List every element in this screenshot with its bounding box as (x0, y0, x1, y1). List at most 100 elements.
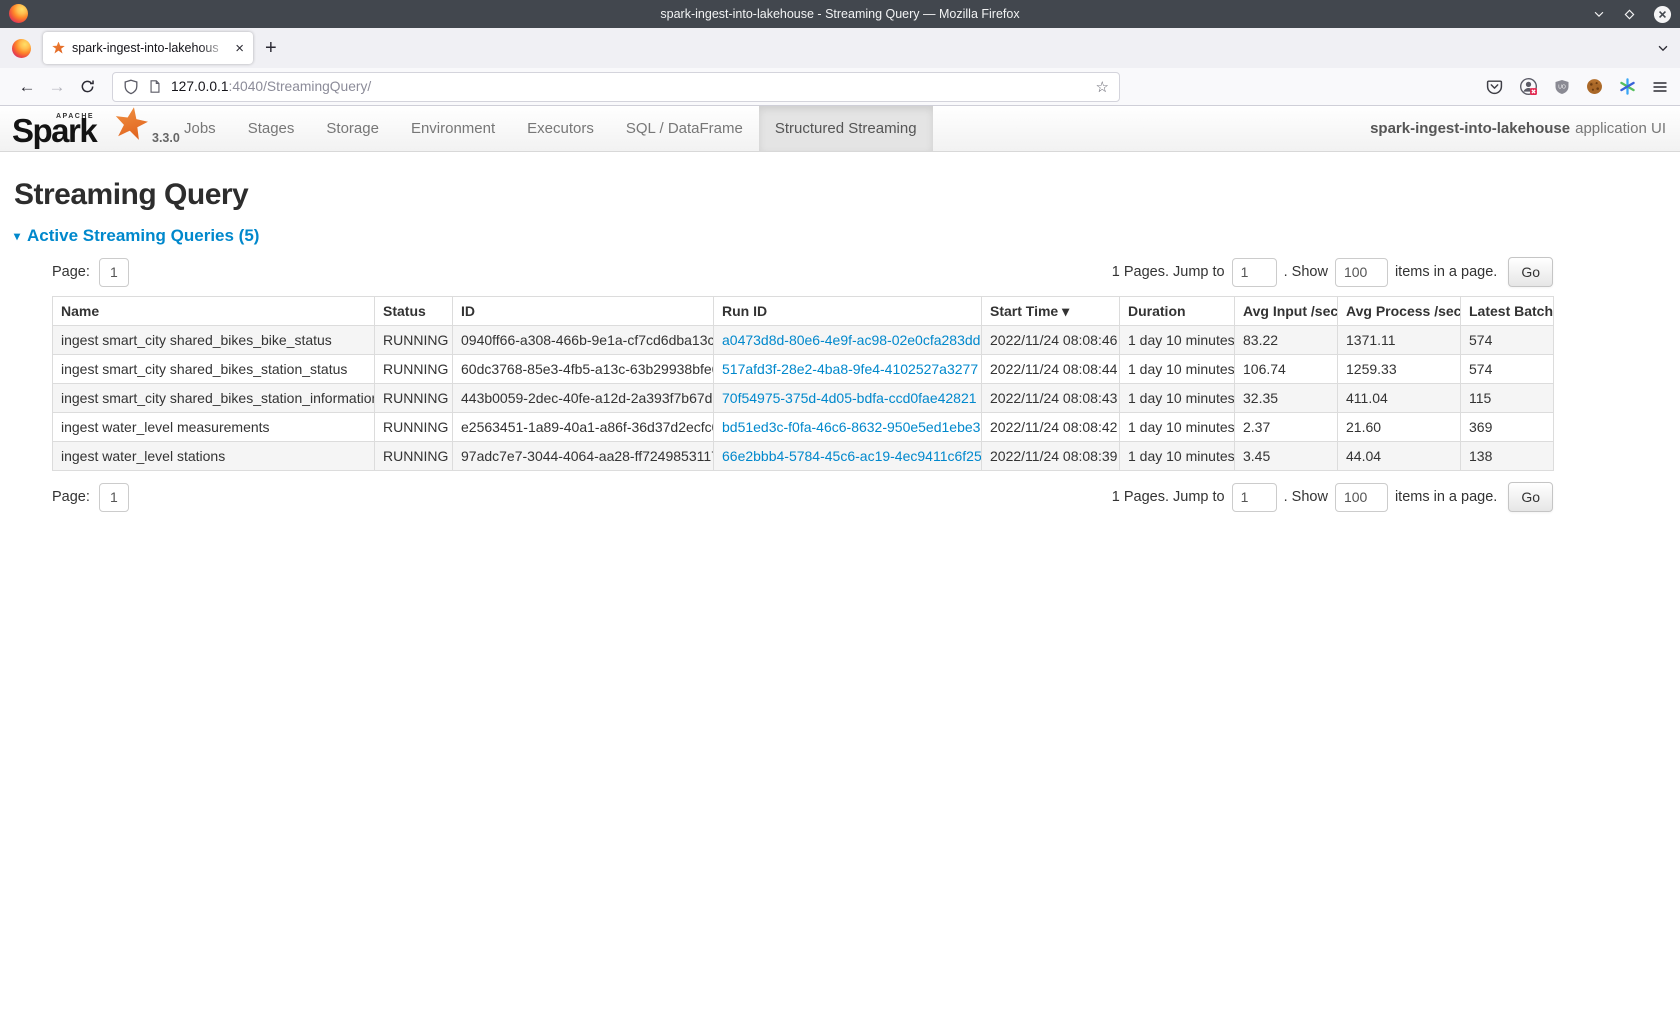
column-header[interactable]: ID (453, 297, 714, 326)
go-button[interactable]: Go (1508, 482, 1553, 512)
latest-batch-cell: 574 (1461, 326, 1554, 355)
firefox-logo-icon (9, 4, 28, 23)
id-cell: e2563451-1a89-40a1-a86f-36d37d2ecfc0 (453, 413, 714, 442)
table-row: ingest water_level measurementsRUNNINGe2… (53, 413, 1554, 442)
duration-cell: 1 day 10 minutes (1120, 326, 1235, 355)
cookie-extension-button[interactable] (1586, 78, 1603, 95)
run-id-link[interactable]: 517afd3f-28e2-4ba8-9fe4-4102527a3277 (722, 361, 978, 377)
tracking-shield-icon[interactable] (123, 79, 139, 95)
duration-cell: 1 day 10 minutes (1120, 413, 1235, 442)
column-header[interactable]: Latest Batch (1461, 297, 1554, 326)
column-header[interactable]: Name (53, 297, 375, 326)
table-row: ingest smart_city shared_bikes_bike_stat… (53, 326, 1554, 355)
run-id-cell: a0473d8d-80e6-4e9f-ac98-02e0cfa283dd (714, 326, 982, 355)
tab-close-button[interactable]: × (235, 41, 244, 56)
column-header[interactable]: Avg Input /sec (1235, 297, 1338, 326)
items-per-page-input[interactable] (1335, 258, 1388, 287)
jump-to-page-input[interactable] (1232, 258, 1277, 287)
list-all-tabs-button[interactable] (1656, 41, 1670, 55)
tab-bar: spark-ingest-into-lakehous × + (0, 28, 1680, 68)
nav-tab-sql-dataframe[interactable]: SQL / DataFrame (610, 106, 759, 151)
window-minimize-button[interactable] (1592, 7, 1606, 21)
start-time-cell: 2022/11/24 08:08:46 (982, 326, 1120, 355)
extension-button[interactable] (1619, 78, 1636, 95)
column-header[interactable]: Duration (1120, 297, 1235, 326)
nav-item: Storage (310, 106, 395, 151)
duration-cell: 1 day 10 minutes (1120, 355, 1235, 384)
cookie-icon (1586, 78, 1603, 95)
nav-tab-structured-streaming[interactable]: Structured Streaming (759, 106, 933, 151)
column-header[interactable]: Status (375, 297, 453, 326)
pocket-icon (1486, 78, 1503, 95)
id-cell: 0940ff66-a308-466b-9e1a-cf7cd6dba13c (453, 326, 714, 355)
pagination-bottom: Page: 1 Pages. Jump to . Show items in a… (52, 482, 1553, 512)
column-header[interactable]: Avg Process /sec (1338, 297, 1461, 326)
firefox-view-button[interactable] (12, 39, 31, 58)
go-button[interactable]: Go (1508, 257, 1553, 287)
run-id-link[interactable]: bd51ed3c-f0fa-46c6-8632-950e5ed1ebe3 (722, 419, 980, 435)
column-header[interactable]: Run ID (714, 297, 982, 326)
url-host: 127.0.0.1 (171, 79, 229, 94)
page-info-icon[interactable] (148, 79, 162, 94)
name-cell: ingest water_level stations (53, 442, 375, 471)
avg-process-per-sec-cell: 1371.11 (1338, 326, 1461, 355)
run-id-cell: bd51ed3c-f0fa-46c6-8632-950e5ed1ebe3 (714, 413, 982, 442)
nav-tab-stages[interactable]: Stages (232, 106, 311, 151)
navigation-toolbar: ← → 127.0.0.1:4040/StreamingQuery/ ☆ UO (0, 68, 1680, 106)
run-id-cell: 517afd3f-28e2-4ba8-9fe4-4102527a3277 (714, 355, 982, 384)
url-bar[interactable]: 127.0.0.1:4040/StreamingQuery/ ☆ (112, 72, 1120, 102)
browser-tab[interactable]: spark-ingest-into-lakehous × (43, 32, 253, 64)
run-id-link[interactable]: 70f54975-375d-4d05-bdfa-ccd0fae42821 (722, 390, 977, 406)
url-text: 127.0.0.1:4040/StreamingQuery/ (171, 79, 371, 94)
account-extension-button[interactable] (1519, 77, 1538, 96)
nav-tab-environment[interactable]: Environment (395, 106, 511, 151)
spark-version: 3.3.0 (152, 131, 180, 145)
latest-batch-cell: 369 (1461, 413, 1554, 442)
bookmark-star-icon[interactable]: ☆ (1096, 78, 1109, 96)
run-id-link[interactable]: a0473d8d-80e6-4e9f-ac98-02e0cfa283dd (722, 332, 980, 348)
forward-button[interactable]: → (42, 77, 72, 97)
streaming-queries-table: NameStatusIDRun IDStart Time ▾DurationAv… (52, 296, 1554, 471)
column-header[interactable]: Start Time ▾ (982, 297, 1120, 326)
id-cell: 60dc3768-85e3-4fb5-a13c-63b29938bfe6 (453, 355, 714, 384)
show-text: . Show (1284, 489, 1328, 505)
jump-to-page-input[interactable] (1232, 483, 1277, 512)
pagination-top: Page: 1 Pages. Jump to . Show items in a… (52, 257, 1553, 287)
spark-logo[interactable]: APACHE Spark 3.3.0 (0, 106, 168, 151)
nav-item: Structured Streaming (759, 106, 933, 151)
new-tab-button[interactable]: + (265, 38, 277, 58)
window-titlebar: spark-ingest-into-lakehouse - Streaming … (0, 0, 1680, 28)
run-id-cell: 66e2bbb4-5784-45c6-ac19-4ec9411c6f25 (714, 442, 982, 471)
avg-process-per-sec-cell: 44.04 (1338, 442, 1461, 471)
avg-input-per-sec-cell: 32.35 (1235, 384, 1338, 413)
reload-button[interactable] (72, 79, 102, 94)
nav-tab-executors[interactable]: Executors (511, 106, 610, 151)
pages-total-text: 1 Pages. Jump to (1112, 489, 1225, 505)
start-time-cell: 2022/11/24 08:08:42 (982, 413, 1120, 442)
status-cell: RUNNING (375, 413, 453, 442)
nav-tab-storage[interactable]: Storage (310, 106, 395, 151)
page-number-input[interactable] (99, 258, 129, 287)
back-button[interactable]: ← (12, 77, 42, 97)
window-close-button[interactable] (1653, 5, 1672, 24)
run-id-link[interactable]: 66e2bbb4-5784-45c6-ac19-4ec9411c6f25 (722, 448, 982, 464)
chevron-down-icon (1592, 7, 1606, 21)
nav-item: Stages (232, 106, 311, 151)
status-cell: RUNNING (375, 355, 453, 384)
name-cell: ingest smart_city shared_bikes_station_s… (53, 355, 375, 384)
window-maximize-button[interactable] (1623, 8, 1636, 21)
spark-wordmark: Spark (12, 112, 96, 150)
start-time-cell: 2022/11/24 08:08:39 (982, 442, 1120, 471)
spark-navbar: APACHE Spark 3.3.0 JobsStagesStorageEnvi… (0, 106, 1680, 152)
page-number-input[interactable] (99, 483, 129, 512)
pocket-button[interactable] (1486, 78, 1503, 95)
application-ui-label: spark-ingest-into-lakehouse application … (1370, 106, 1680, 151)
asterisk-icon (1619, 78, 1636, 95)
svg-text:UO: UO (1558, 84, 1566, 90)
app-menu-button[interactable] (1652, 79, 1668, 95)
avg-process-per-sec-cell: 21.60 (1338, 413, 1461, 442)
adblocker-extension-button[interactable]: UO (1554, 79, 1570, 95)
chevron-down-icon (1656, 41, 1670, 55)
items-per-page-input[interactable] (1335, 483, 1388, 512)
active-streaming-queries-toggle[interactable]: ▾ Active Streaming Queries (5) (14, 226, 1666, 246)
